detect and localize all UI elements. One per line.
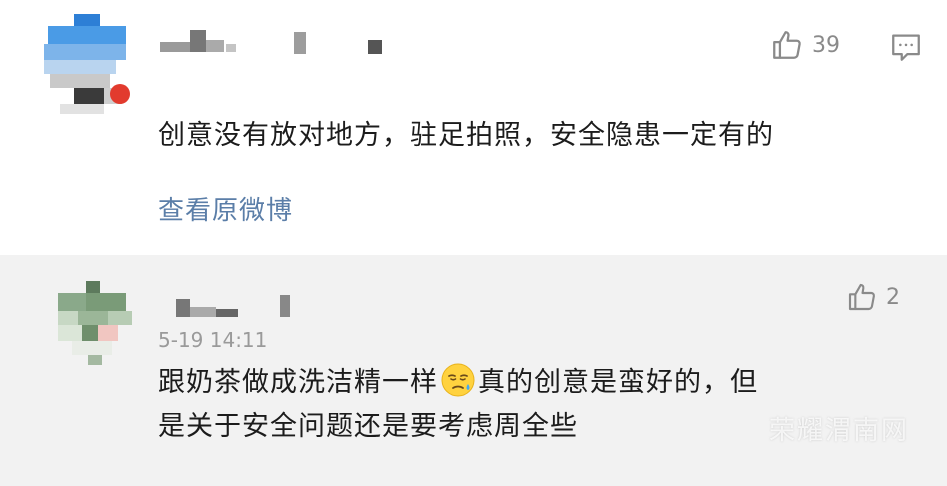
like-button[interactable]: 2 [846, 281, 900, 313]
comment-text-line-2: 是关于安全问题还是要考虑周全些 [158, 411, 578, 442]
sweat-face-emoji [440, 362, 476, 398]
avatar[interactable] [58, 281, 134, 365]
watermark: 荣耀渭南网 [768, 416, 909, 446]
avatar[interactable] [44, 14, 130, 114]
thumbs-up-icon [770, 28, 804, 62]
comment-text-part-1: 跟奶茶做成洗洁精一样 [158, 367, 438, 398]
comment-text: 创意没有放对地方，驻足拍照，安全隐患一定有的 [158, 120, 774, 151]
like-count: 39 [812, 32, 840, 58]
username-blurred[interactable] [160, 26, 390, 56]
timestamp: 5-19 14:11 [158, 328, 268, 352]
comment-reply-icon[interactable] [889, 30, 923, 68]
comment-card-1: 39 创意没有放对地方，驻足拍照，安全隐患一定有的 查看原微博 [0, 0, 947, 255]
comment-text-line-1: 跟奶茶做成洗洁精一样 真的创意是蛮好的，但 [158, 361, 758, 405]
view-original-link[interactable]: 查看原微博 [158, 190, 293, 227]
username-blurred[interactable] [176, 289, 316, 319]
thumbs-up-icon [846, 281, 878, 313]
like-count: 2 [886, 284, 900, 310]
comment-text-part-2: 真的创意是蛮好的，但 [478, 367, 758, 398]
comment-card-2: 2 5-19 14:11 跟奶茶做成洗洁精一样 真的创意是蛮好的，但 是关于安全… [0, 255, 947, 486]
comment-text: 跟奶茶做成洗洁精一样 真的创意是蛮好的，但 是关于安全问题还是要考虑周全些 [158, 361, 758, 449]
like-button[interactable]: 39 [770, 28, 840, 62]
